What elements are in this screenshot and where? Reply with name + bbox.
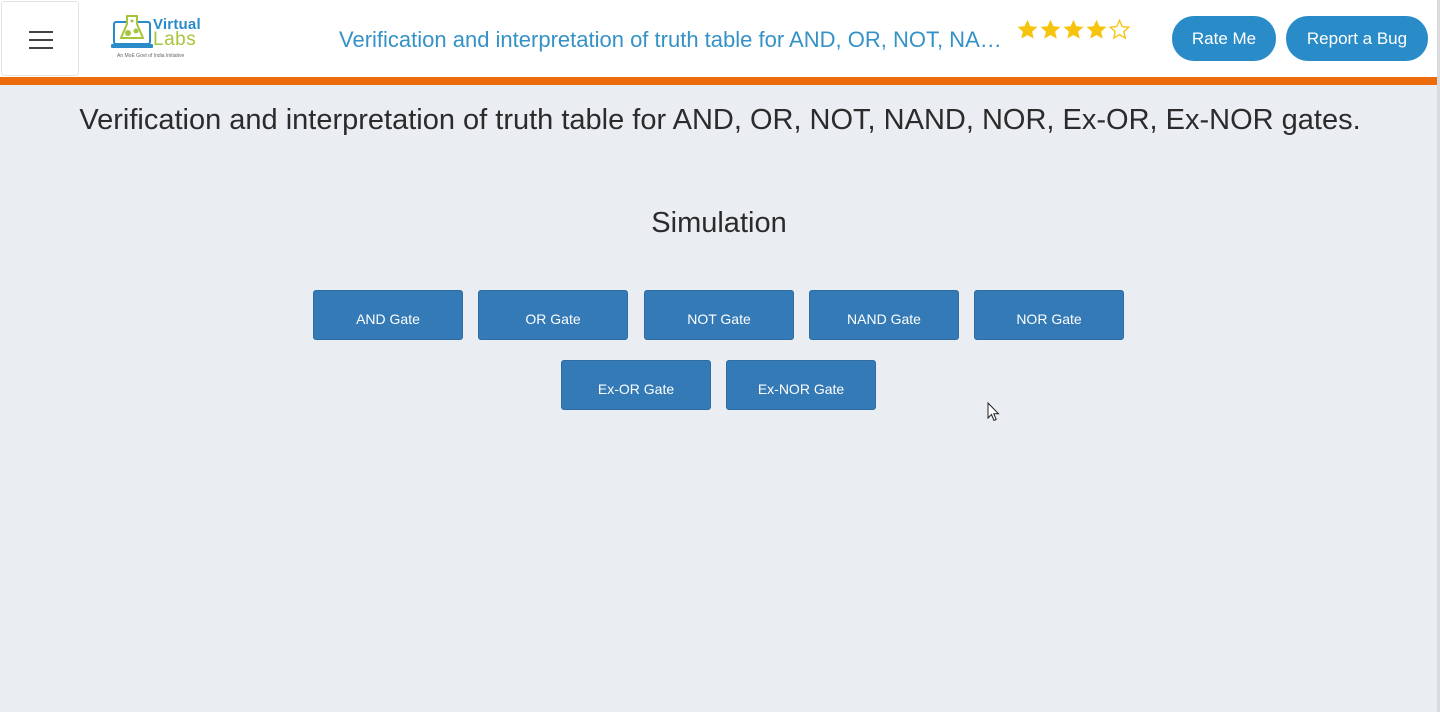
star-empty-icon[interactable] bbox=[1108, 18, 1131, 41]
page: Virtual Labs An MoE Govt of India Initia… bbox=[0, 0, 1440, 712]
hamburger-menu-button[interactable] bbox=[1, 1, 79, 76]
or-gate-button[interactable]: OR Gate bbox=[478, 290, 628, 340]
and-gate-button[interactable]: AND Gate bbox=[313, 290, 463, 340]
rate-me-button[interactable]: Rate Me bbox=[1172, 16, 1276, 61]
logo-text-labs: Labs bbox=[153, 29, 197, 50]
header: Virtual Labs An MoE Govt of India Initia… bbox=[0, 0, 1440, 77]
nand-gate-button[interactable]: NAND Gate bbox=[809, 290, 959, 340]
page-title: Verification and interpretation of truth… bbox=[79, 104, 1361, 136]
header-title: Verification and interpretation of truth… bbox=[339, 27, 1011, 52]
not-gate-button[interactable]: NOT Gate bbox=[644, 290, 794, 340]
ex-or-gate-button[interactable]: Ex-OR Gate bbox=[561, 360, 711, 410]
section-title: Simulation bbox=[651, 207, 787, 239]
logo-tagline: An MoE Govt of India Initiative bbox=[117, 53, 185, 59]
virtual-labs-logo[interactable]: Virtual Labs An MoE Govt of India Initia… bbox=[108, 12, 208, 64]
rating-stars[interactable] bbox=[1016, 18, 1131, 48]
flask-logo-icon bbox=[111, 15, 153, 48]
ex-nor-gate-button[interactable]: Ex-NOR Gate bbox=[726, 360, 876, 410]
star-filled-icon[interactable] bbox=[1039, 18, 1062, 41]
star-filled-icon[interactable] bbox=[1016, 18, 1039, 41]
nor-gate-button[interactable]: NOR Gate bbox=[974, 290, 1124, 340]
header-accent-divider bbox=[0, 77, 1440, 85]
star-filled-icon[interactable] bbox=[1085, 18, 1108, 41]
report-bug-button[interactable]: Report a Bug bbox=[1286, 16, 1428, 61]
star-filled-icon[interactable] bbox=[1062, 18, 1085, 41]
mouse-cursor-icon bbox=[987, 402, 1000, 422]
